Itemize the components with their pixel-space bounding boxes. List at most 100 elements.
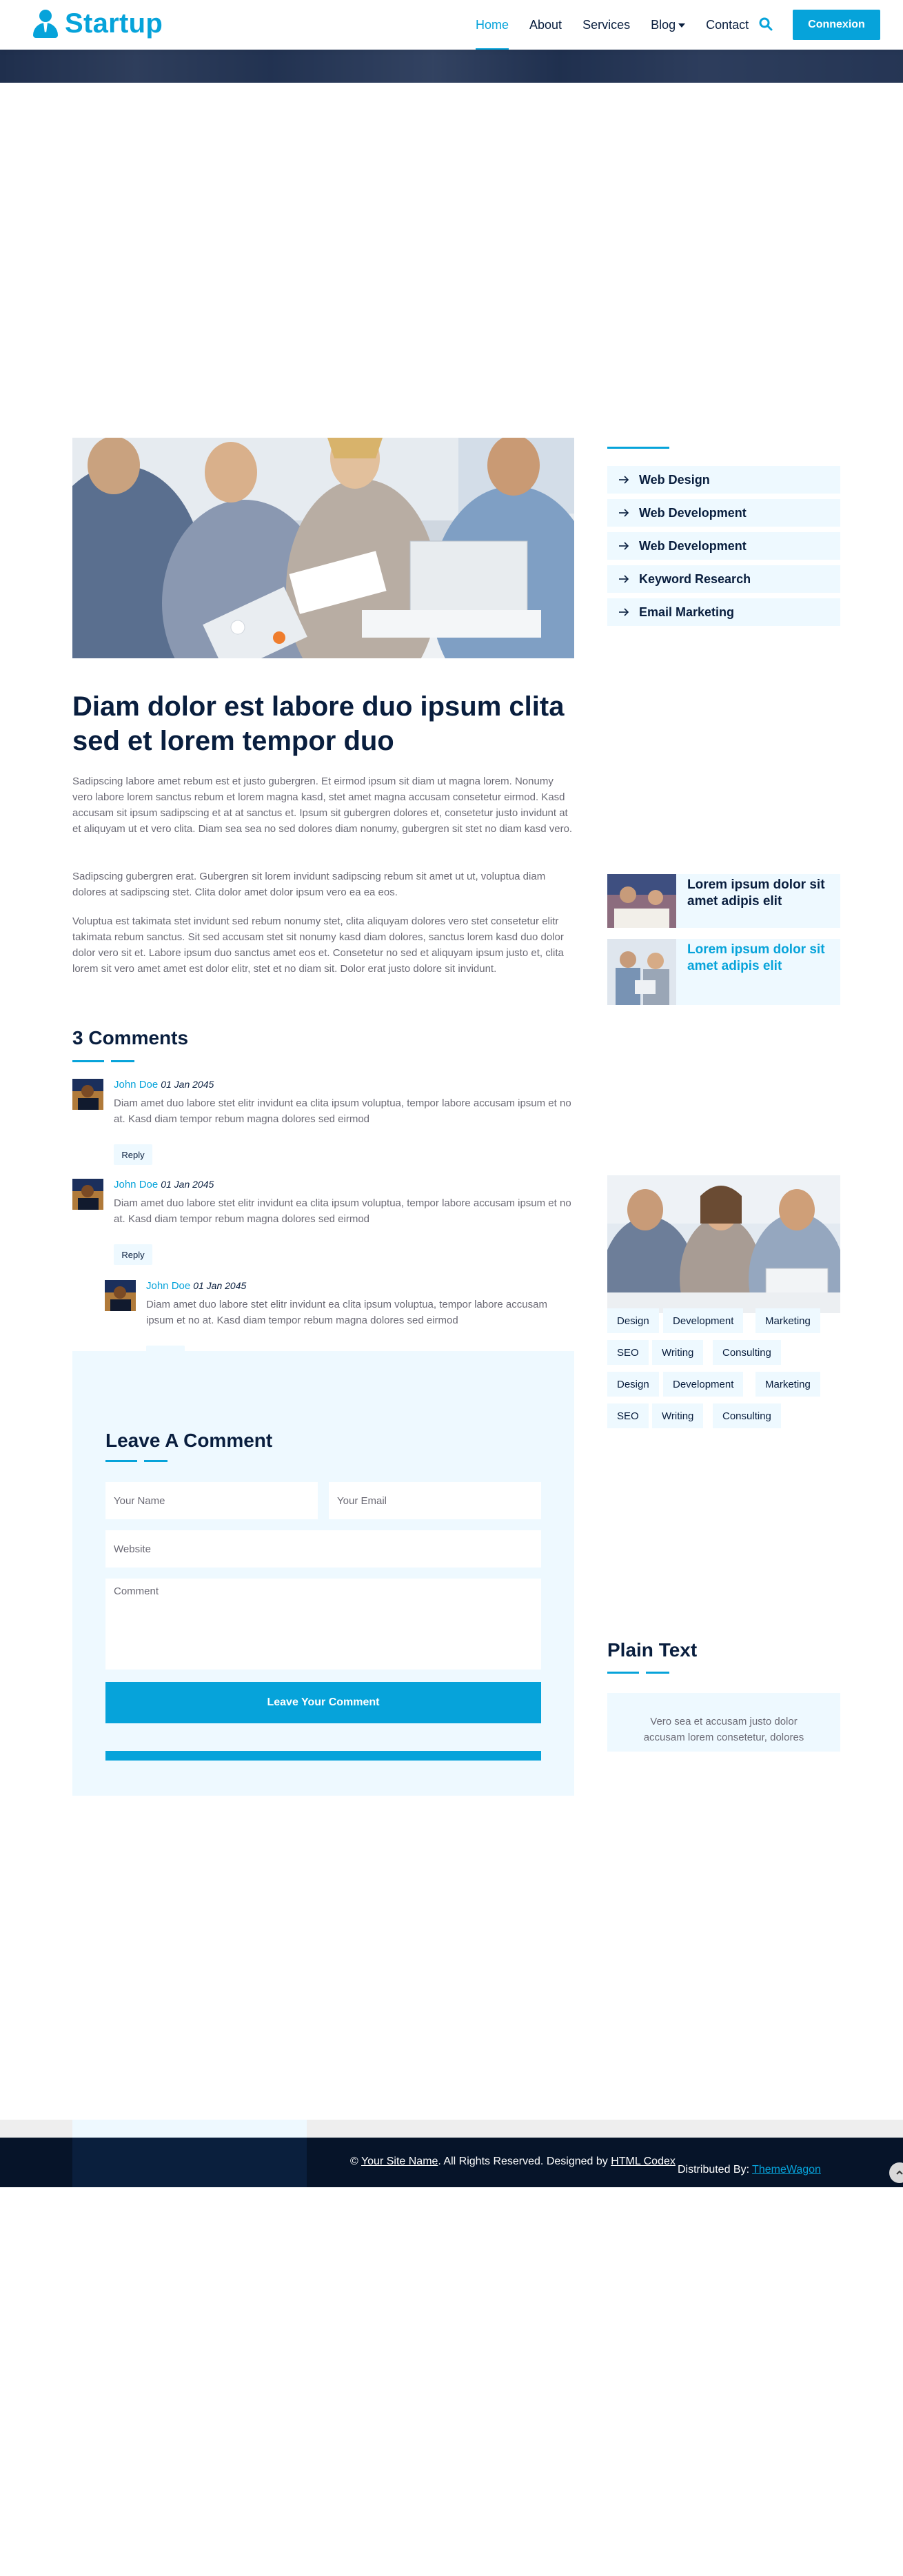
user-tie-icon [32,9,59,39]
comment-date: 01 Jan 2045 [161,1179,214,1190]
tag-link[interactable]: Development [663,1308,744,1333]
website-field[interactable]: Website [105,1530,541,1568]
tag-link[interactable]: Development [663,1372,744,1397]
arrow-right-icon [619,476,629,484]
post-paragraph: Sadipscing labore amet rebum est et just… [72,775,573,835]
avatar [72,1079,103,1110]
footer-distributed: Distributed By: ThemeWagon [678,2164,821,2176]
category-item[interactable]: Web Development [607,532,840,560]
category-item[interactable]: Keyword Research [607,565,840,593]
comment-meta: John Doe 01 Jan 2045 [114,1179,214,1190]
tag-link[interactable]: Writing [652,1340,704,1365]
plain-text-box: Vero sea et accusam justo dolor accusam … [607,1693,840,1752]
comment-author[interactable]: John Doe [146,1280,190,1292]
comment-textarea[interactable]: Comment [105,1579,541,1670]
recent-post-thumbnail [607,939,676,1005]
avatar [72,1179,103,1210]
rights-text: . All Rights Reserved. Designed by [438,2156,611,2167]
comment-form: Leave A Comment Your Name Your Email Web… [72,1351,574,1796]
tag-link[interactable]: Design [607,1308,659,1333]
nav-home[interactable]: Home [476,0,509,50]
comment-meta: John Doe 01 Jan 2045 [146,1280,246,1292]
category-label: Web Development [639,505,747,520]
distributor-link[interactable]: ThemeWagon [752,2164,821,2176]
post-paragraph: Voluptua est takimata stet invidunt sed … [72,915,564,975]
caret-down-icon [678,23,686,28]
email-field[interactable]: Your Email [329,1482,541,1519]
category-label: Keyword Research [639,571,751,586]
footer-top-band-accent [72,2120,307,2138]
comments-title: 3 Comments [72,1027,189,1048]
tag-link[interactable]: Consulting [713,1403,781,1428]
category-item[interactable]: Email Marketing [607,598,840,626]
tag-link[interactable]: SEO [607,1340,649,1365]
category-item[interactable]: Web Design [607,466,840,494]
designer-link[interactable]: HTML Codex [611,2156,676,2167]
comment-author[interactable]: John Doe [114,1179,158,1190]
comment-item: John Doe 01 Jan 2045 Diam amet duo labore… [72,1079,574,1165]
recent-post-title[interactable]: Lorem ipsum dolor sit amet adipis elit [687,877,832,910]
brand-logo[interactable]: Startup [32,8,163,39]
nav-services[interactable]: Services [582,0,630,50]
post-featured-image [72,438,574,658]
nav-contact[interactable]: Contact [706,0,749,50]
decorative-bar [105,1751,541,1761]
search-icon[interactable] [758,17,773,32]
tag-link[interactable]: Marketing [755,1308,820,1333]
connexion-button[interactable]: Connexion [793,10,880,40]
plain-text-body: Vero sea et accusam justo dolor accusam … [643,1716,804,1743]
footer-brand-column [72,2138,307,2187]
copyright-icon: © [350,2156,361,2167]
comment-text: Diam amet duo labore stet elitr invidunt… [114,1197,571,1225]
post-title: Diam dolor est labore duo ipsum clita se… [72,691,565,756]
post-paragraph: Sadipscing gubergren erat. Gubergren sit… [72,871,546,898]
plain-text-title: Plain Text [607,1639,698,1661]
navbar: Startup Home About Services Blog Contact… [0,0,903,50]
sidebar-title-underline [607,447,669,449]
page-header-background [0,50,903,83]
category-label: Web Development [639,538,747,553]
arrow-right-icon [619,608,629,616]
arrow-right-icon [619,542,629,550]
nav-about[interactable]: About [529,0,562,50]
arrow-right-icon [619,575,629,583]
tag-link[interactable]: SEO [607,1403,649,1428]
brand-name: Startup [65,8,163,39]
recent-post-thumbnail [607,874,676,928]
nav-menu: Home About Services Blog Contact [476,0,769,50]
comment-item: John Doe 01 Jan 2045 Diam amet duo labore… [72,1179,574,1265]
comment-author[interactable]: John Doe [114,1079,158,1091]
arrow-right-icon [619,509,629,517]
comment-reply-item: John Doe 01 Jan 2045 Diam amet duo labore… [105,1280,574,1366]
recent-post-item[interactable]: Lorem ipsum dolor sit amet adipis elit [607,939,840,1005]
avatar [105,1280,136,1311]
tag-link[interactable]: Marketing [755,1372,820,1397]
footer: © Your Site Name. All Rights Reserved. D… [0,2138,903,2187]
reply-button[interactable]: Reply [114,1144,152,1165]
comment-date: 01 Jan 2045 [161,1079,214,1090]
sidebar-image [607,1175,840,1313]
category-label: Web Design [639,472,710,487]
tag-link[interactable]: Design [607,1372,659,1397]
comment-text: Diam amet duo labore stet elitr invidunt… [146,1299,547,1326]
site-name-link[interactable]: Your Site Name [361,2156,438,2167]
title-underline [105,1460,168,1462]
footer-copyright: © Your Site Name. All Rights Reserved. D… [350,2156,676,2168]
comment-date: 01 Jan 2045 [193,1280,247,1291]
title-underline [607,1672,669,1674]
name-field[interactable]: Your Name [105,1482,318,1519]
category-item[interactable]: Web Development [607,499,840,527]
leave-comment-button[interactable]: Leave Your Comment [105,1682,541,1723]
tag-link[interactable]: Writing [652,1403,704,1428]
tag-link[interactable]: Consulting [713,1340,781,1365]
recent-post-title[interactable]: Lorem ipsum dolor sit amet adipis elit [687,942,832,975]
distributed-label: Distributed By: [678,2164,750,2176]
category-label: Email Marketing [639,605,735,619]
comment-text: Diam amet duo labore stet elitr invidunt… [114,1097,571,1125]
nav-blog-dropdown[interactable]: Blog [651,0,686,50]
nav-blog-label: Blog [651,17,676,32]
arrow-up-icon [896,2170,903,2175]
reply-button[interactable]: Reply [114,1244,152,1265]
recent-post-item[interactable]: Lorem ipsum dolor sit amet adipis elit [607,874,840,928]
title-underline [72,1060,134,1062]
